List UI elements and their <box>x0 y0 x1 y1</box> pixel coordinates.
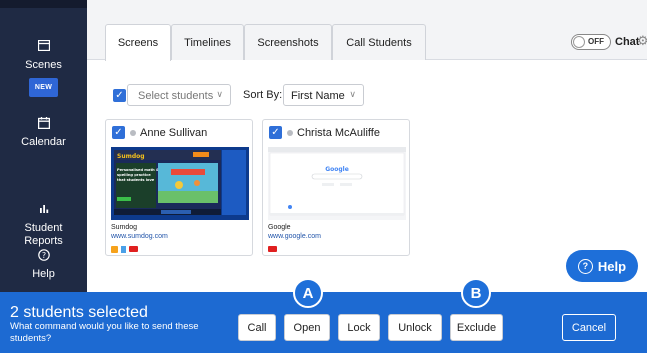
tab-label: Timelines <box>184 36 231 49</box>
card-header: ✓ Anne Sullivan <box>106 120 252 145</box>
svg-text:Google: Google <box>325 166 349 173</box>
callout-letter: B <box>470 284 482 302</box>
student-checkbox[interactable]: ✓ <box>112 126 125 139</box>
svg-text:that students love: that students love <box>117 178 155 182</box>
sidebar-top-strip <box>0 0 87 8</box>
tab-label: Screens <box>117 37 159 49</box>
callout-badge-a: A <box>293 278 323 308</box>
button-label: Open <box>293 321 321 334</box>
student-card-anne-sullivan[interactable]: ✓ Anne Sullivan Sumdog Personalised math… <box>105 119 253 256</box>
command-prompt: What command would you like to send thes… <box>10 321 199 344</box>
card-site-name: Sumdog <box>111 224 138 231</box>
sumdog-favicon <box>111 245 118 253</box>
svg-text:?: ? <box>41 251 45 260</box>
screen-thumbnail[interactable]: Sumdog Personalised math & spelling prac… <box>111 147 249 220</box>
sort-dropdown[interactable]: First Name ∨ <box>283 84 364 106</box>
unlock-button[interactable]: Unlock <box>388 314 442 341</box>
status-dot <box>130 130 136 136</box>
button-label: Cancel <box>571 321 607 334</box>
sort-label: Sort By: <box>243 89 283 101</box>
card-tab-icons <box>268 245 277 253</box>
card-site-url[interactable]: www.sumdog.com <box>111 233 168 240</box>
svg-text:spelling practice: spelling practice <box>117 173 151 177</box>
tab-label: Call Students <box>346 36 412 49</box>
tab-screens[interactable]: Screens <box>105 24 171 61</box>
open-button[interactable]: Open <box>284 314 330 341</box>
chevron-down-icon: ∨ <box>349 89 356 99</box>
chat-toggle[interactable]: OFF <box>571 34 611 50</box>
screen-thumbnail[interactable]: Google <box>268 147 406 220</box>
sidebar-item-label: Scenes <box>25 59 62 71</box>
sort-value: First Name <box>291 90 345 102</box>
reports-icon <box>0 190 87 213</box>
button-label: Call <box>247 321 267 334</box>
button-label: Exclude <box>456 321 497 334</box>
tab-label: Screenshots <box>257 36 319 49</box>
help-button[interactable]: ? Help <box>566 250 638 282</box>
sidebar-item-student-reports[interactable]: Student Reports <box>0 177 87 248</box>
gear-icon[interactable]: ⚙ <box>637 33 647 49</box>
sidebar-item-label: Help <box>32 268 55 280</box>
sidebar-item-label: Calendar <box>21 136 66 148</box>
button-label: Unlock <box>398 321 432 334</box>
sidebar-item-calendar[interactable]: Calendar <box>0 117 87 149</box>
sidebar-item-help[interactable]: ? Help <box>0 249 87 281</box>
selection-count: 2 students selected <box>10 304 148 321</box>
card-header: ✓ Christa McAuliffe <box>263 120 409 145</box>
card-tab-icons <box>111 245 138 253</box>
callout-letter: A <box>302 284 314 302</box>
select-all-checkbox[interactable]: ✓ <box>113 89 126 102</box>
button-label: Lock <box>347 321 371 334</box>
svg-text:Personalised math &: Personalised math & <box>117 168 159 172</box>
select-students-dropdown[interactable]: Select students ∨ <box>127 84 231 106</box>
tab-timelines[interactable]: Timelines <box>171 24 244 60</box>
sidebar-item-label: Student Reports <box>24 222 63 247</box>
card-site-name: Google <box>268 224 291 231</box>
toggle-state: OFF <box>588 37 604 46</box>
lock-button[interactable]: Lock <box>338 314 380 341</box>
student-name: Anne Sullivan <box>140 127 208 139</box>
status-dot <box>287 130 293 136</box>
help-icon: ? <box>0 249 87 263</box>
help-button-label: Help <box>597 258 627 274</box>
tab-screenshots[interactable]: Screenshots <box>244 24 332 60</box>
chat-label: Chat <box>615 36 640 48</box>
toggle-knob <box>573 36 585 48</box>
calendar-icon <box>0 117 87 131</box>
scenes-icon <box>0 39 87 54</box>
chevron-down-icon: ∨ <box>216 89 223 99</box>
tab-favicon <box>121 245 126 253</box>
student-card-christa-mcauliffe[interactable]: ✓ Christa McAuliffe Google Google www.go… <box>262 119 410 256</box>
youtube-icon <box>268 246 277 252</box>
card-site-url[interactable]: www.google.com <box>268 233 321 240</box>
new-badge: NEW <box>28 78 59 97</box>
svg-text:Sumdog: Sumdog <box>117 153 145 160</box>
youtube-icon <box>129 246 138 252</box>
select-students-placeholder: Select students <box>138 90 214 102</box>
exclude-button[interactable]: Exclude <box>450 314 503 341</box>
student-name: Christa McAuliffe <box>297 127 380 139</box>
sidebar-item-scenes[interactable]: Scenes NEW <box>0 39 87 97</box>
student-checkbox[interactable]: ✓ <box>269 126 282 139</box>
callout-badge-b: B <box>461 278 491 308</box>
tab-call-students[interactable]: Call Students <box>332 24 426 60</box>
call-button[interactable]: Call <box>238 314 276 341</box>
help-icon: ? <box>577 258 593 274</box>
cancel-button[interactable]: Cancel <box>562 314 616 341</box>
